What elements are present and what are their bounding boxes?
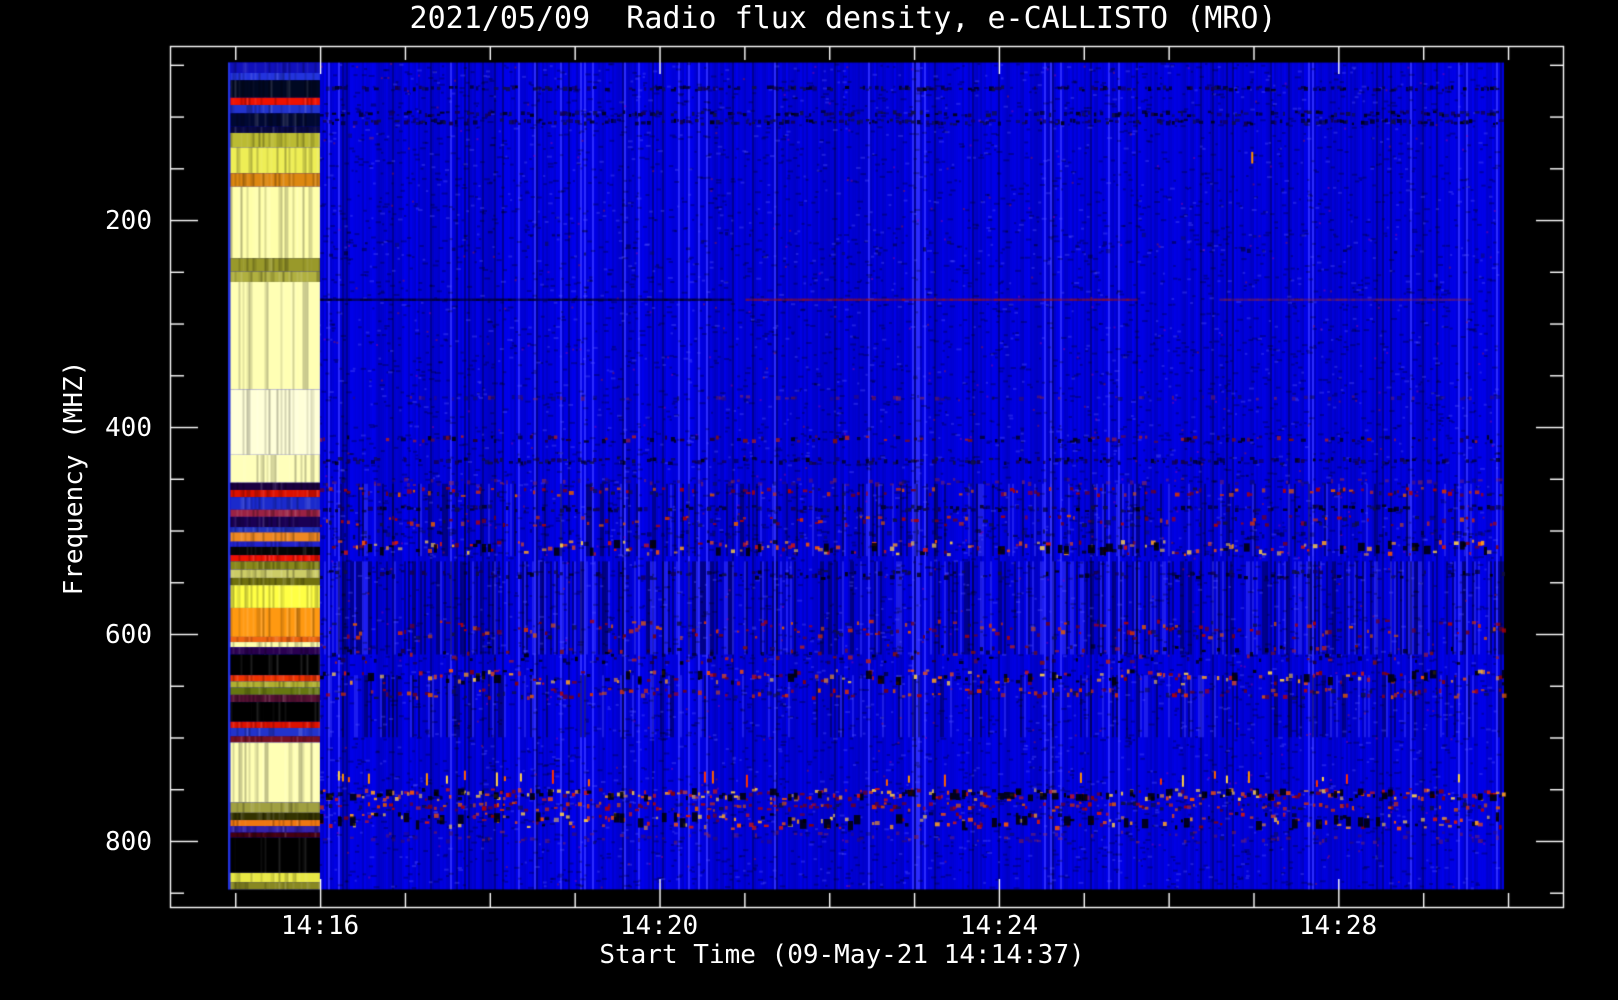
spectrogram-figure: 2021/05/09 Radio flux density, e-CALLIST…: [0, 0, 1618, 1000]
y-tick-label-400: 400: [105, 413, 152, 443]
y-tick-label-800: 800: [105, 827, 152, 857]
x-tick-label-1420: 14:20: [619, 911, 699, 941]
spectrogram-canvas: [0, 0, 1618, 1000]
y-tick-label-600: 600: [105, 620, 152, 650]
x-tick-label-1416: 14:16: [280, 911, 360, 941]
x-axis-label: Start Time (09-May-21 14:14:37): [599, 940, 1085, 970]
chart-title: 2021/05/09 Radio flux density, e-CALLIST…: [409, 1, 1277, 36]
y-tick-label-200: 200: [105, 206, 152, 236]
y-axis-label: Frequency (MHZ): [59, 360, 89, 596]
x-tick-label-1428: 14:28: [1298, 911, 1378, 941]
x-tick-label-1424: 14:24: [959, 911, 1039, 941]
